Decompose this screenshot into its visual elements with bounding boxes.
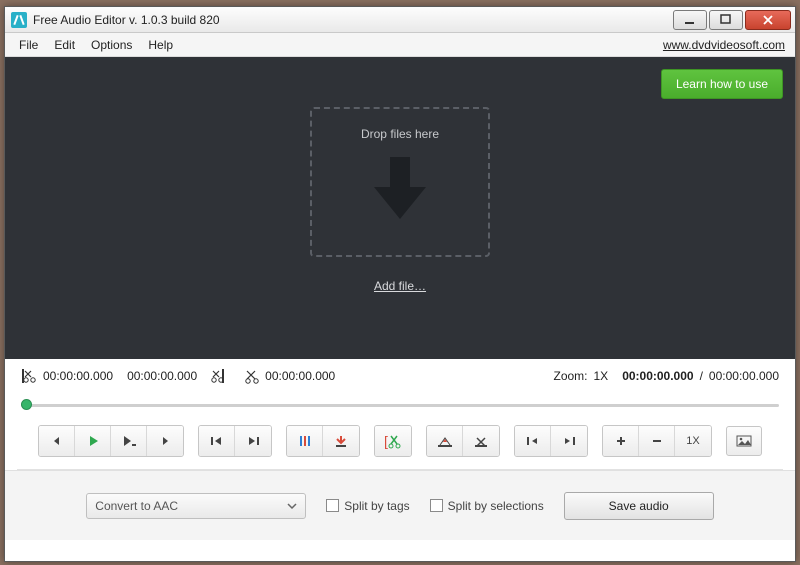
website-link[interactable]: www.dvdvideosoft.com — [663, 38, 789, 52]
learn-button[interactable]: Learn how to use — [661, 69, 783, 99]
split-by-selections-checkbox[interactable]: Split by selections — [430, 499, 544, 513]
selection-end-icon — [207, 367, 225, 385]
timeline-slider[interactable] — [21, 395, 779, 415]
bottombar: Convert to AAC Split by tags Split by se… — [5, 470, 795, 540]
delete-icon — [473, 434, 489, 448]
minimize-button[interactable] — [673, 10, 707, 30]
image-icon — [736, 434, 752, 448]
edit-group — [426, 425, 500, 457]
skip-start-icon — [209, 434, 225, 448]
close-icon — [761, 14, 775, 26]
titlebar: Free Audio Editor v. 1.0.3 build 820 — [5, 7, 795, 33]
scissors-icon — [243, 367, 261, 385]
play-selection-icon — [121, 434, 137, 448]
zoom-reset-label: 1X — [686, 435, 699, 447]
select-to-end-button[interactable] — [551, 426, 587, 456]
crop-icon — [436, 434, 454, 448]
zoom-label: Zoom: — [553, 369, 587, 383]
marker-group — [286, 425, 360, 457]
zoom-value: 1X — [594, 369, 609, 383]
marker-add-icon — [334, 434, 348, 448]
menubar: File Edit Options Help www.dvdvideosoft.… — [5, 33, 795, 57]
save-audio-button[interactable]: Save audio — [564, 492, 714, 520]
skip-end-icon — [245, 434, 261, 448]
snapshot-button[interactable] — [726, 426, 762, 456]
total-time: 00:00:00.000 — [709, 369, 779, 383]
minus-icon — [650, 434, 664, 448]
time-separator: / — [700, 369, 703, 383]
dropzone[interactable]: Drop files here — [310, 107, 490, 257]
save-audio-label: Save audio — [609, 499, 669, 513]
select-to-start-button[interactable] — [515, 426, 551, 456]
toolbar: [ 1X — [5, 413, 795, 469]
cut-group: [ — [374, 425, 412, 457]
slider-thumb[interactable] — [21, 399, 32, 410]
close-button[interactable] — [745, 10, 791, 30]
menu-options[interactable]: Options — [83, 36, 140, 54]
plus-icon — [614, 434, 628, 448]
timebar: 00:00:00.000 00:00:00.000 00:00:00.000 Z… — [5, 359, 795, 413]
add-file-link[interactable]: Add file… — [374, 279, 426, 293]
selection-group — [514, 425, 588, 457]
app-window: Free Audio Editor v. 1.0.3 build 820 Fil… — [4, 6, 796, 562]
split-by-selections-label: Split by selections — [448, 499, 544, 513]
workspace: Learn how to use Drop files here Add fil… — [5, 57, 795, 359]
selection-start-icon — [21, 367, 39, 385]
selection-end-time: 00:00:00.000 — [127, 369, 197, 383]
playback-group — [38, 425, 184, 457]
delete-button[interactable] — [463, 426, 499, 456]
select-start-icon — [525, 434, 541, 448]
chevron-down-icon — [287, 503, 297, 511]
step-back-button[interactable] — [39, 426, 75, 456]
timebar-row: 00:00:00.000 00:00:00.000 00:00:00.000 Z… — [21, 367, 779, 385]
svg-text:[: [ — [384, 433, 388, 449]
cut-button[interactable]: [ — [375, 426, 411, 456]
marker-add-button[interactable] — [323, 426, 359, 456]
cut-icon: [ — [383, 433, 403, 449]
play-icon — [86, 434, 100, 448]
window-controls — [671, 10, 791, 30]
arrow-down-icon — [368, 153, 432, 225]
markers-button[interactable] — [287, 426, 323, 456]
format-select-value: Convert to AAC — [95, 499, 178, 513]
checkbox-icon — [326, 499, 339, 512]
split-by-tags-checkbox[interactable]: Split by tags — [326, 499, 409, 513]
maximize-button[interactable] — [709, 10, 743, 30]
split-by-tags-label: Split by tags — [344, 499, 409, 513]
zoom-in-button[interactable] — [603, 426, 639, 456]
maximize-icon — [720, 14, 732, 26]
step-forward-button[interactable] — [147, 426, 183, 456]
dropzone-label: Drop files here — [361, 127, 439, 141]
app-icon — [11, 12, 27, 28]
slider-track — [21, 404, 779, 407]
skip-end-button[interactable] — [235, 426, 271, 456]
markers-icon — [297, 434, 313, 448]
step-forward-icon — [158, 434, 172, 448]
play-button[interactable] — [75, 426, 111, 456]
selection-start-time: 00:00:00.000 — [43, 369, 113, 383]
format-select[interactable]: Convert to AAC — [86, 493, 306, 519]
menu-file[interactable]: File — [11, 36, 46, 54]
zoom-out-button[interactable] — [639, 426, 675, 456]
skip-start-button[interactable] — [199, 426, 235, 456]
window-title: Free Audio Editor v. 1.0.3 build 820 — [33, 13, 220, 27]
minimize-icon — [684, 14, 696, 26]
play-selection-button[interactable] — [111, 426, 147, 456]
menu-edit[interactable]: Edit — [46, 36, 83, 54]
step-back-icon — [50, 434, 64, 448]
cut-time: 00:00:00.000 — [265, 369, 335, 383]
menu-help[interactable]: Help — [140, 36, 181, 54]
skip-group — [198, 425, 272, 457]
zoom-group: 1X — [602, 425, 712, 457]
position-time: 00:00:00.000 — [622, 369, 693, 383]
select-end-icon — [561, 434, 577, 448]
zoom-reset-button[interactable]: 1X — [675, 426, 711, 456]
crop-button[interactable] — [427, 426, 463, 456]
checkbox-icon — [430, 499, 443, 512]
